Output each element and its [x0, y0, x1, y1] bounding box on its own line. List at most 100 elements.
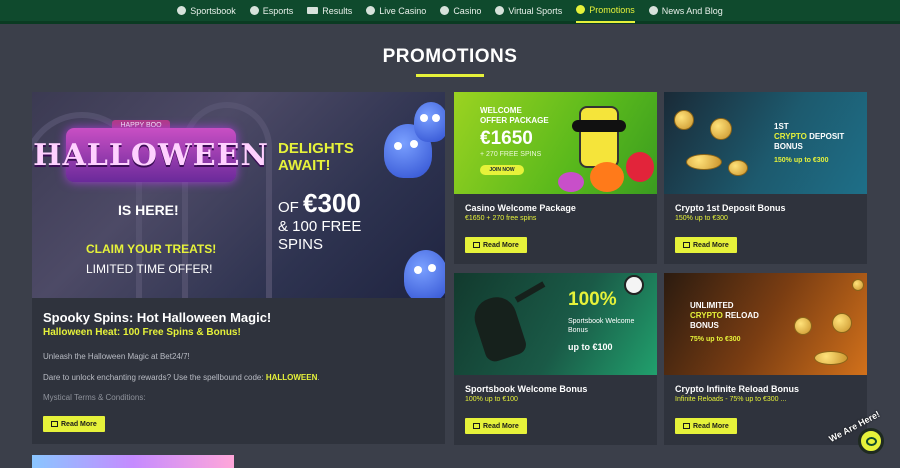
coin-icon — [686, 154, 722, 170]
banner-delights: DELIGHTS AWAIT! — [278, 140, 354, 174]
crypto-deposit-banner[interactable]: 1ST CRYPTO DEPOSIT BONUS 150% up to €300 — [664, 92, 867, 194]
button-label: Read More — [483, 422, 519, 430]
card-title: Casino Welcome Package — [465, 203, 576, 213]
nav-label: Live Casino — [379, 5, 427, 16]
headphones-icon — [572, 120, 626, 132]
banner-amount: €300 — [303, 188, 361, 218]
nav-promotions[interactable]: Promotions — [576, 0, 635, 23]
nav-esports[interactable]: Esports — [249, 0, 294, 23]
featured-title: Spooky Spins: Hot Halloween Magic! — [43, 310, 272, 325]
read-more-button[interactable]: Read More — [675, 418, 737, 434]
banner-head: WELCOME OFFER PACKAGE — [480, 106, 549, 125]
card-title: Sportsbook Welcome Bonus — [465, 384, 588, 394]
fruit-icon — [626, 152, 654, 182]
banner-head-2: CRYPTO — [774, 132, 807, 141]
page-title: PROMOTIONS — [382, 46, 518, 67]
banner-head-2: CRYPTO — [690, 311, 723, 320]
card-title: Crypto 1st Deposit Bonus — [675, 203, 786, 213]
nav-label: Casino — [453, 5, 482, 16]
banner-head: 1ST CRYPTO DEPOSIT BONUS — [774, 122, 864, 152]
fruit-icon — [558, 172, 584, 192]
promo-card-sportsbook: 100% Sportsbook Welcome Bonus up to €100… — [454, 273, 657, 445]
coin-icon — [852, 279, 864, 291]
banner-head-1: 1ST — [774, 122, 789, 131]
button-label: Read More — [693, 422, 729, 430]
coin-icon — [814, 351, 848, 365]
featured-subtitle: Halloween Heat: 100 Free Spins & Bonus! — [43, 327, 241, 338]
nav-label: Esports — [262, 5, 294, 16]
banner-is-here: IS HERE! — [118, 202, 179, 218]
featured-read-more-button[interactable]: Read More — [43, 416, 105, 432]
ticket-icon — [307, 7, 319, 14]
banner-percent: 100% — [568, 289, 617, 310]
casino-chip-icon — [440, 6, 450, 15]
halloween-logo: HALLOWEEN — [33, 128, 268, 182]
nav-label: Virtual Sports — [508, 5, 563, 16]
banner-spins: + 270 FREE SPINS — [480, 151, 542, 158]
card-subtitle: €1650 + 270 free spins — [465, 215, 537, 222]
join-now-badge: JOIN NOW — [480, 165, 524, 175]
coin-icon — [794, 317, 812, 335]
promo-icon — [576, 5, 586, 14]
nav-casino[interactable]: Casino — [440, 0, 481, 23]
crypto-reload-banner[interactable]: UNLIMITED CRYPTO RELOAD BONUS 75% up to €… — [664, 273, 867, 375]
next-promo-card-peek[interactable] — [32, 455, 234, 468]
banner-claim: CLAIM YOUR TREATS! — [86, 242, 217, 256]
code-prefix: Dare to unlock enchanting rewards? Use t… — [43, 373, 264, 382]
gift-icon — [473, 423, 480, 429]
coin-icon — [832, 313, 852, 333]
banner-offer: 150% up to €300 — [774, 157, 829, 164]
promo-card-crypto-deposit: 1ST CRYPTO DEPOSIT BONUS 150% up to €300 … — [664, 92, 867, 264]
card-subtitle: 150% up to €300 — [675, 215, 728, 222]
chat-widget: We Are Here! — [827, 404, 894, 460]
blog-icon — [648, 6, 658, 15]
casino-welcome-banner[interactable]: WELCOME OFFER PACKAGE €1650 + 270 FREE S… — [454, 92, 657, 194]
featured-description: Unleash the Halloween Magic at Bet24/7! — [43, 352, 190, 361]
live-icon — [366, 6, 376, 15]
coin-icon — [710, 118, 732, 140]
button-label: Read More — [61, 420, 97, 428]
banner-product: Sportsbook Welcome Bonus — [568, 318, 635, 334]
virtual-icon — [495, 6, 505, 15]
nav-news-and-blog[interactable]: News And Blog — [648, 0, 723, 23]
sportsbook-banner[interactable]: 100% Sportsbook Welcome Bonus up to €100 — [454, 273, 657, 375]
nav-label: News And Blog — [661, 5, 723, 16]
featured-promo-card: HAPPY BOO HALLOWEEN IS HERE! CLAIM YOUR … — [32, 92, 445, 444]
gift-icon — [473, 242, 480, 248]
ghost-icon — [404, 250, 445, 298]
mascot-icon — [579, 106, 619, 168]
button-label: Read More — [483, 241, 519, 249]
soccer-ball-icon — [624, 275, 644, 295]
gift-icon — [683, 242, 690, 248]
gift-icon — [683, 423, 690, 429]
fruit-icon — [590, 162, 624, 192]
card-subtitle: Infinite Reloads - 75% up to €300 ... — [675, 396, 787, 403]
card-subtitle: 100% up to €100 — [465, 396, 518, 403]
nav-sportsbook[interactable]: Sportsbook — [177, 0, 236, 23]
nav-label: Results — [322, 5, 353, 16]
read-more-button[interactable]: Read More — [675, 237, 737, 253]
soccer-ball-icon — [177, 6, 187, 15]
gift-icon — [51, 421, 58, 427]
nav-results[interactable]: Results — [307, 0, 352, 23]
read-more-button[interactable]: Read More — [465, 418, 527, 434]
banner-of: OF — [278, 199, 299, 216]
title-underline — [416, 74, 484, 77]
halloween-banner[interactable]: HAPPY BOO HALLOWEEN IS HERE! CLAIM YOUR … — [32, 92, 445, 298]
banner-spins: & 100 FREE SPINS — [278, 218, 362, 253]
card-title: Crypto Infinite Reload Bonus — [675, 384, 800, 394]
soccer-player-icon — [469, 292, 529, 364]
top-nav: Sportsbook Esports Results Live Casino C… — [0, 0, 900, 24]
gamepad-icon — [249, 6, 259, 15]
chat-button[interactable] — [858, 428, 884, 454]
read-more-button[interactable]: Read More — [465, 237, 527, 253]
promo-code: HALLOWEEN — [265, 373, 318, 382]
nav-live-casino[interactable]: Live Casino — [366, 0, 426, 23]
coin-icon — [674, 110, 694, 130]
nav-virtual-sports[interactable]: Virtual Sports — [495, 0, 562, 23]
player-arm — [514, 281, 546, 303]
banner-limited: LIMITED TIME OFFER! — [86, 262, 213, 276]
featured-code-line: Dare to unlock enchanting rewards? Use t… — [43, 373, 434, 382]
ghost-icon — [414, 102, 445, 142]
banner-offer: OF €300 — [278, 188, 361, 219]
